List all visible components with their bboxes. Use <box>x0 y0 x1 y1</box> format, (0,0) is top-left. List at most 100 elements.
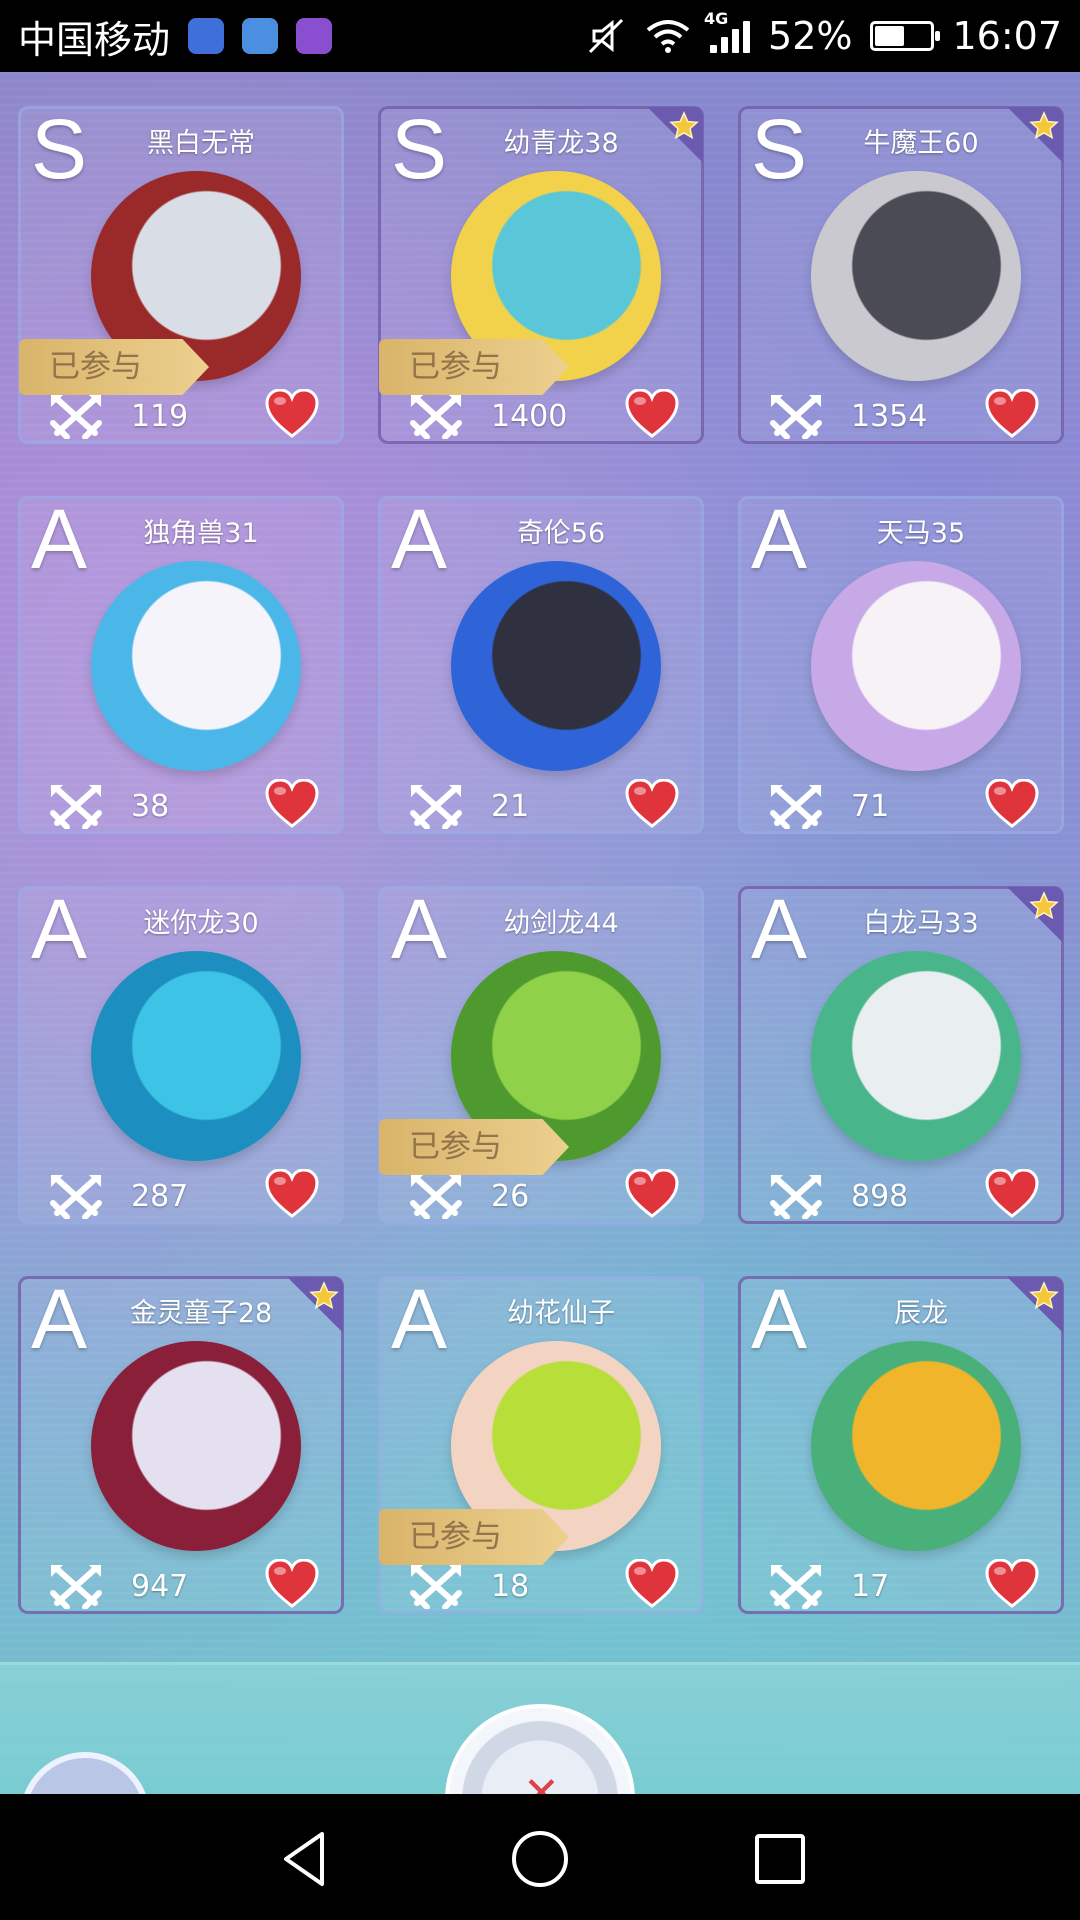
recents-icon[interactable] <box>745 1824 815 1894</box>
power-value: 898 <box>851 1178 909 1214</box>
pet-name: 独角兽31 <box>143 518 259 549</box>
favorite-corner <box>1007 887 1063 943</box>
star-icon <box>669 111 699 140</box>
joined-ribbon: 已参与 <box>379 339 569 395</box>
crossed-swords-icon <box>770 1175 822 1219</box>
power-value: 287 <box>131 1178 189 1214</box>
back-icon[interactable] <box>270 1824 340 1894</box>
pet-name: 金灵童子28 <box>129 1298 273 1329</box>
power-value: 38 <box>131 788 170 824</box>
power-value: 947 <box>131 1568 189 1604</box>
card-footer: 898 <box>741 1169 1061 1221</box>
heart-icon[interactable] <box>265 779 319 829</box>
heart-icon[interactable] <box>985 1169 1039 1219</box>
card-footer: 119 <box>21 389 341 441</box>
location-app-icon <box>188 18 225 54</box>
pet-avatar <box>811 171 1021 381</box>
star-icon <box>1029 1281 1059 1310</box>
close-icon: ✕ <box>523 1768 560 1794</box>
pet-card[interactable]: S 黑白无常 119 已参与 <box>18 106 344 444</box>
crossed-swords-icon <box>410 1565 462 1609</box>
grade-label: A <box>31 492 88 586</box>
card-footer: 26 <box>381 1169 701 1221</box>
card-footer: 18 <box>381 1559 701 1611</box>
favorite-corner <box>1007 1277 1063 1333</box>
star-icon <box>1029 111 1059 140</box>
network-type: 4G <box>704 9 729 28</box>
heart-icon[interactable] <box>985 779 1039 829</box>
crossed-swords-icon <box>50 395 102 439</box>
star-icon <box>1029 891 1059 920</box>
crossed-swords-icon <box>50 785 102 829</box>
pet-card[interactable]: A 奇伦56 21 <box>378 496 704 834</box>
joined-ribbon: 已参与 <box>379 1509 569 1565</box>
battery-icon <box>870 21 941 51</box>
pet-card[interactable]: A 金灵童子28 947 <box>18 1276 344 1614</box>
crossed-swords-icon <box>50 1565 102 1609</box>
power-value: 1354 <box>851 398 928 434</box>
pet-name: 幼剑龙44 <box>503 908 619 939</box>
grade-label: S <box>391 102 448 196</box>
pet-card[interactable]: A 幼花仙子 18 已参与 <box>378 1276 704 1614</box>
home-icon[interactable] <box>505 1824 575 1894</box>
grade-label: S <box>751 102 808 196</box>
gallery-app-icon <box>296 18 333 54</box>
pet-name: 牛魔王60 <box>863 128 979 159</box>
pet-card[interactable]: A 天马35 71 <box>738 496 1064 834</box>
pet-card[interactable]: A 独角兽31 38 <box>18 496 344 834</box>
grade-label: A <box>751 882 808 976</box>
pet-name: 奇伦56 <box>516 518 606 549</box>
power-value: 1400 <box>491 398 568 434</box>
pet-card[interactable]: A 辰龙 17 <box>738 1276 1064 1614</box>
grade-label: A <box>751 492 808 586</box>
heart-icon[interactable] <box>985 1559 1039 1609</box>
card-footer: 1400 <box>381 389 701 441</box>
pet-card[interactable]: A 迷你龙30 287 <box>18 886 344 1224</box>
heart-icon[interactable] <box>265 1169 319 1219</box>
grade-label: A <box>31 1272 88 1366</box>
heart-icon[interactable] <box>265 389 319 439</box>
power-value: 18 <box>491 1568 530 1604</box>
crossed-swords-icon <box>50 1175 102 1219</box>
wifi-icon <box>646 20 690 53</box>
card-footer: 287 <box>21 1169 341 1221</box>
crossed-swords-icon <box>770 1565 822 1609</box>
pet-name: 天马35 <box>876 518 966 549</box>
pet-avatar <box>91 561 301 771</box>
navigation-bar <box>0 1794 1080 1920</box>
crossed-swords-icon <box>770 785 822 829</box>
pet-avatar <box>91 951 301 1161</box>
pet-card[interactable]: S 幼青龙38 1400 已参与 <box>378 106 704 444</box>
cell-signal-icon: 4G <box>704 9 751 53</box>
pet-card[interactable]: A 白龙马33 898 <box>738 886 1064 1224</box>
pet-card[interactable]: A 幼剑龙44 26 已参与 <box>378 886 704 1224</box>
grade-label: S <box>31 102 88 196</box>
heart-icon[interactable] <box>625 1559 679 1609</box>
crossed-swords-icon <box>410 1175 462 1219</box>
pet-name: 迷你龙30 <box>143 908 259 939</box>
grade-label: A <box>391 1272 448 1366</box>
pet-name: 白龙马33 <box>863 908 979 939</box>
grade-label: A <box>31 882 88 976</box>
pet-avatar <box>811 951 1021 1161</box>
heart-icon[interactable] <box>625 1169 679 1219</box>
power-value: 21 <box>491 788 530 824</box>
crossed-swords-icon <box>410 395 462 439</box>
heart-app-icon <box>242 18 279 54</box>
pet-card-grid: S 黑白无常 119 已参与 S 幼青龙38 1400 已参与 S 牛魔王60 … <box>18 106 1064 1614</box>
favorite-corner <box>287 1277 343 1333</box>
heart-icon[interactable] <box>265 1559 319 1609</box>
heart-icon[interactable] <box>625 389 679 439</box>
heart-icon[interactable] <box>625 779 679 829</box>
card-footer: 21 <box>381 779 701 831</box>
heart-icon[interactable] <box>985 389 1039 439</box>
power-value: 119 <box>131 398 189 434</box>
joined-ribbon: 已参与 <box>379 1119 569 1175</box>
game-screen: S 黑白无常 119 已参与 S 幼青龙38 1400 已参与 S 牛魔王60 … <box>0 72 1080 1794</box>
favorite-corner <box>1007 107 1063 163</box>
battery-percent: 52% <box>768 14 853 58</box>
joined-ribbon: 已参与 <box>19 339 209 395</box>
pet-card[interactable]: S 牛魔王60 1354 <box>738 106 1064 444</box>
power-value: 71 <box>851 788 890 824</box>
card-footer: 38 <box>21 779 341 831</box>
